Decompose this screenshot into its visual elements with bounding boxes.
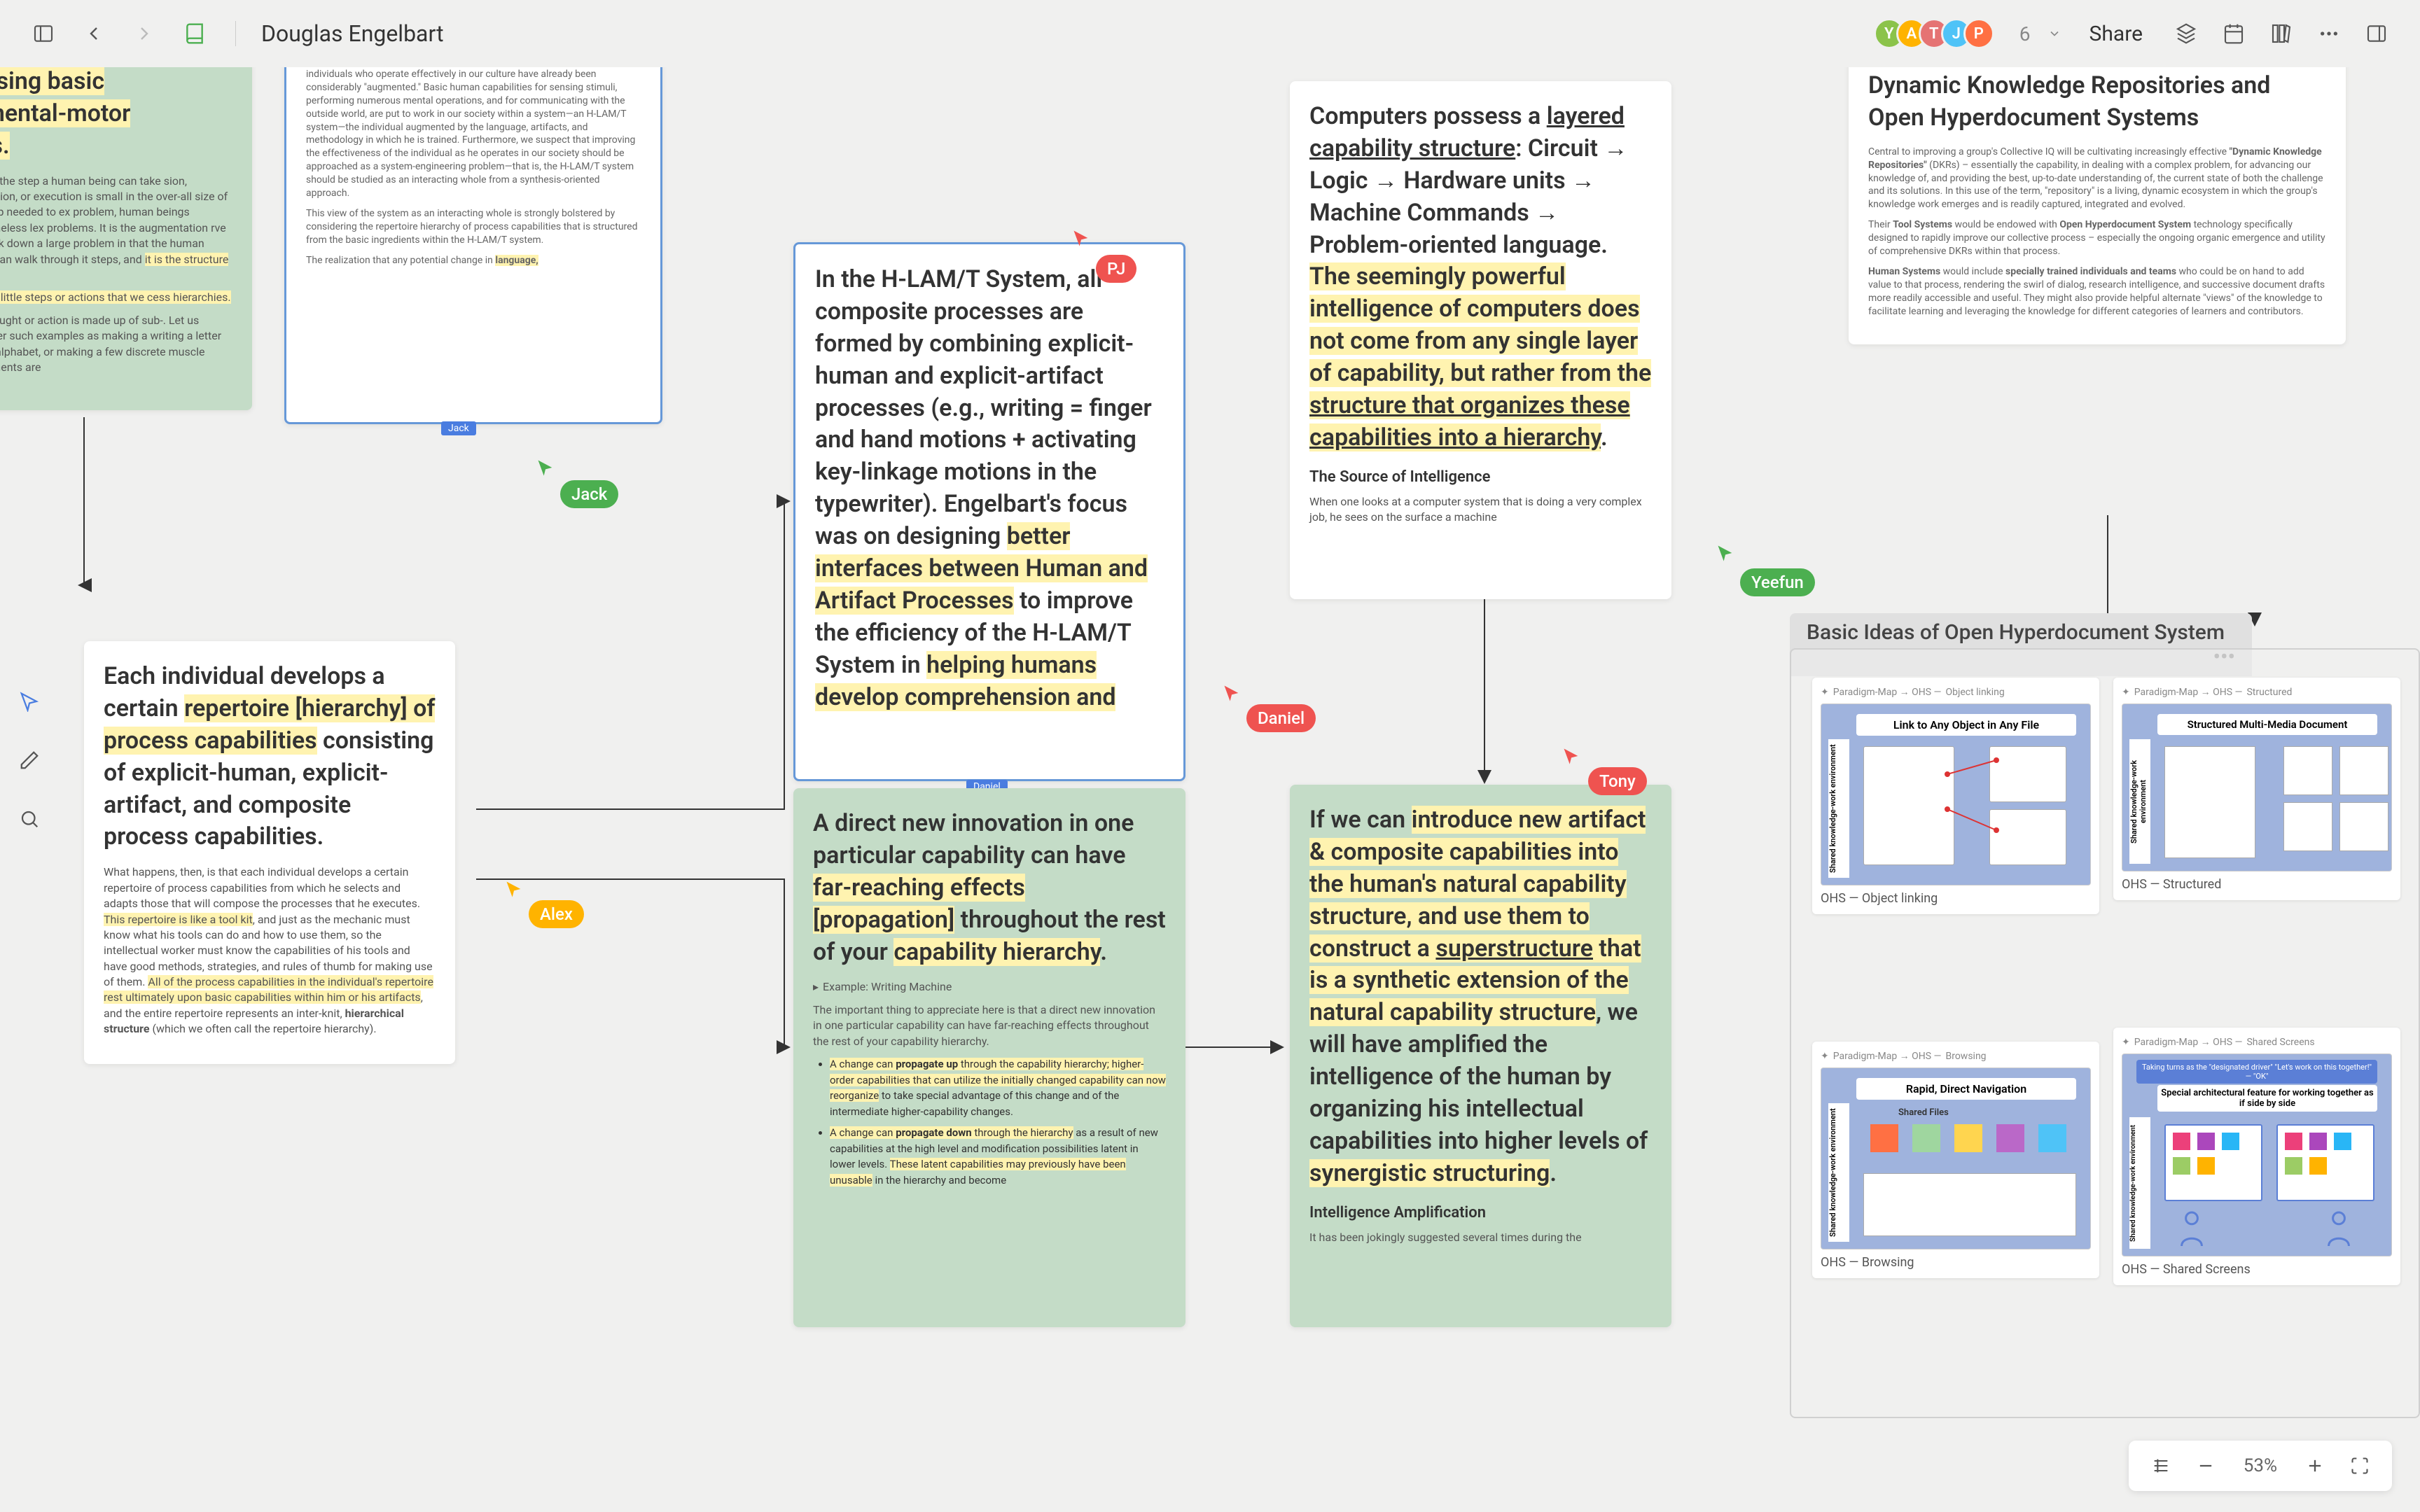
thumb-shared-screens[interactable]: ✦ Paradigm-Map → OHS — Shared Screens Ta…: [2113, 1028, 2400, 1285]
cursor-label-daniel: Daniel: [1246, 704, 1316, 732]
group-box[interactable]: ✦ Paradigm-Map → OHS — Object linking Li…: [1790, 648, 2420, 1418]
presence-avatars: Y A T J P: [1874, 18, 1994, 49]
page-title[interactable]: Douglas Engelbart: [261, 20, 444, 47]
avatar[interactable]: P: [1963, 18, 1994, 49]
fit-view-icon[interactable]: [2344, 1450, 2375, 1481]
card-propagation[interactable]: A direct new innovation in one particula…: [793, 788, 1185, 1327]
top-toolbar: Douglas Engelbart Y A T J P 6 Share: [0, 0, 2420, 67]
calendar-icon[interactable]: [2218, 18, 2249, 49]
list-view-icon[interactable]: [2146, 1450, 2176, 1481]
book-icon[interactable]: [179, 18, 210, 49]
cursor-label-yeefun: Yeefun: [1740, 568, 1815, 596]
zoom-out-icon[interactable]: [2190, 1450, 2221, 1481]
layers-icon[interactable]: [2171, 18, 2202, 49]
cursor-label-alex: Alex: [529, 900, 584, 928]
back-icon[interactable]: [78, 18, 109, 49]
card-dkr[interactable]: Dynamic Knowledge Repositories and Open …: [1849, 46, 2346, 344]
card-hlamt-composite[interactable]: In the H-LAM/T System, all composite pro…: [793, 242, 1185, 781]
card-superstructure[interactable]: If we can introduce new artifact & compo…: [1290, 785, 1671, 1327]
cursor-label-pj: PJ: [1096, 255, 1136, 283]
thumb-structured[interactable]: ✦ Paradigm-Map → OHS — Structured Struct…: [2113, 678, 2400, 900]
forward-icon[interactable]: [129, 18, 160, 49]
panel-right-icon[interactable]: [2361, 18, 2392, 49]
cursor-label-jack: Jack: [560, 480, 618, 508]
thumb-browsing[interactable]: ✦ Paradigm-Map → OHS — Browsing Rapid, D…: [1812, 1042, 2099, 1278]
card-hlamt-augmented[interactable]: individuals who operate effectively in o…: [284, 46, 662, 424]
sidebar-toggle-icon[interactable]: [28, 18, 59, 49]
more-icon[interactable]: [2314, 18, 2344, 49]
card-basic-mental-motor[interactable]: d using basic y-mental-motor ties. size …: [0, 46, 252, 410]
zoom-in-icon[interactable]: [2300, 1450, 2330, 1481]
cursor-label-tony: Tony: [1588, 767, 1647, 795]
card-repertoire[interactable]: Each individual develops a certain reper…: [84, 641, 455, 1064]
bottom-zoom-bar: 53%: [2129, 1441, 2392, 1491]
canvas[interactable]: d using basic y-mental-motor ties. size …: [0, 67, 2420, 1512]
card-layered-capability[interactable]: Computers possess a layered capability s…: [1290, 81, 1671, 599]
library-icon[interactable]: [2266, 18, 2297, 49]
share-button[interactable]: Share: [2078, 16, 2154, 52]
user-label-jack: Jack: [441, 421, 476, 435]
chevron-down-icon[interactable]: [2047, 27, 2061, 41]
thumb-object-linking[interactable]: ✦ Paradigm-Map → OHS — Object linking Li…: [1812, 678, 2099, 914]
zoom-level[interactable]: 53%: [2235, 1455, 2286, 1476]
more-avatars-count[interactable]: 6: [2019, 22, 2031, 46]
